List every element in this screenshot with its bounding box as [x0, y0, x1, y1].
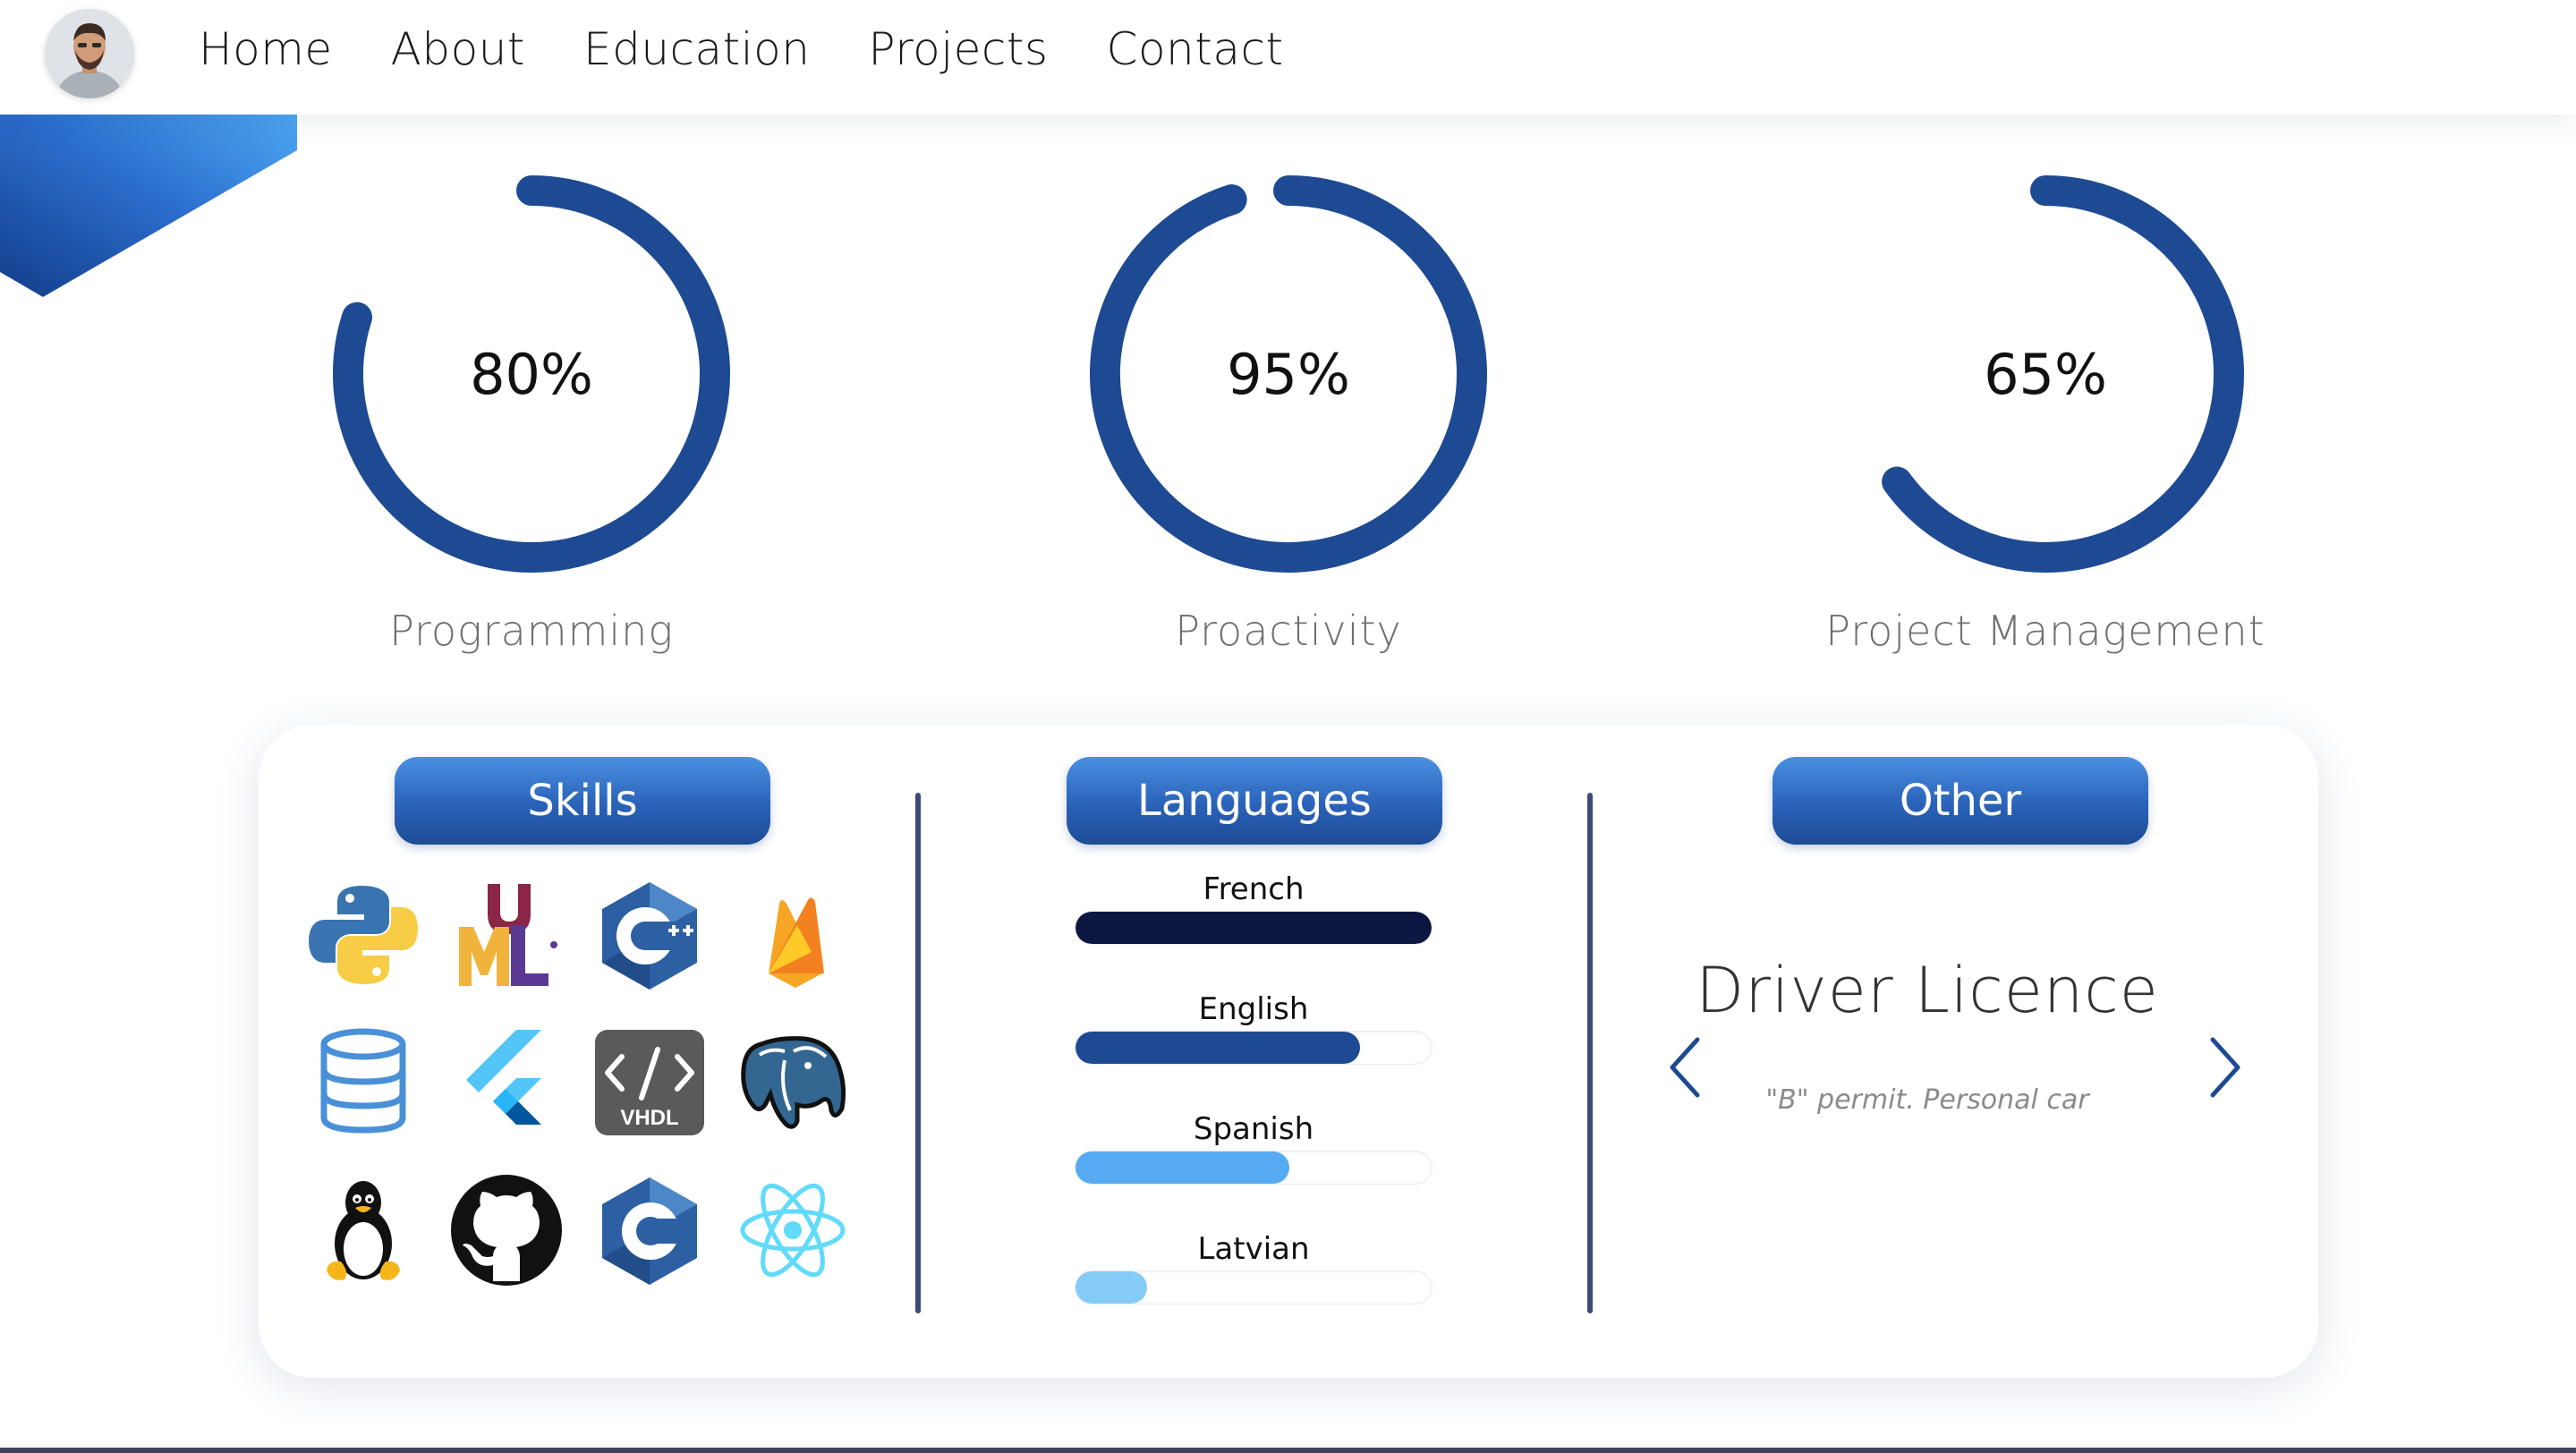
chevron-right-icon	[2210, 1037, 2240, 1098]
github-icon	[448, 1172, 565, 1288]
language-name: French	[1203, 871, 1305, 907]
nav-contact[interactable]: Contact	[1107, 23, 1284, 75]
language-name: Spanish	[1193, 1111, 1314, 1147]
uml-icon	[448, 877, 565, 993]
language-bar-fill	[1075, 912, 1432, 944]
divider	[915, 793, 921, 1313]
language-bar	[1075, 1270, 1433, 1304]
skills-button[interactable]: Skills	[395, 757, 770, 845]
postgresql-icon	[735, 1024, 851, 1141]
language-spanish: Spanish	[1075, 1111, 1433, 1185]
gauge-value: 95%	[1227, 341, 1350, 407]
carousel-next-button[interactable]	[2197, 1027, 2250, 1108]
language-bar-fill	[1075, 1032, 1361, 1064]
top-navbar: Home About Education Projects Contact	[0, 0, 2576, 115]
other-button[interactable]: Other	[1773, 757, 2148, 845]
vhdl-icon: VHDL	[591, 1024, 708, 1141]
gauge-label: Programming	[389, 607, 674, 655]
corner-decoration	[0, 115, 297, 297]
vhdl-label: VHDL	[620, 1106, 678, 1130]
gauge-label: Proactivity	[1175, 607, 1402, 655]
other-subtitle: "B" permit. Personal car	[1765, 1084, 2089, 1116]
avatar[interactable]	[45, 9, 134, 98]
cpp-icon	[591, 877, 708, 993]
nav-projects[interactable]: Projects	[868, 23, 1048, 75]
language-name: Latvian	[1197, 1231, 1310, 1267]
gauge-programming: 80%	[326, 168, 737, 580]
bottom-border	[0, 1448, 2576, 1453]
language-latvian: Latvian	[1075, 1231, 1433, 1304]
languages-button[interactable]: Languages	[1067, 757, 1442, 845]
python-icon	[305, 877, 421, 993]
gauge-proactivity: 95%	[1083, 168, 1494, 580]
skills-card: Skills Languages Other VHDL French Engli…	[259, 725, 2318, 1378]
language-bar-fill	[1075, 1271, 1147, 1304]
skills-icons: VHDL	[305, 877, 878, 1324]
gauge-label: Project Management	[1825, 607, 2266, 655]
language-french: French	[1075, 871, 1433, 945]
react-icon	[735, 1172, 851, 1288]
nav-links: Home About Education Projects Contact	[199, 23, 1284, 75]
language-bar-fill	[1075, 1151, 1289, 1184]
nav-about[interactable]: About	[391, 23, 525, 75]
firebase-icon	[735, 877, 851, 993]
linux-icon	[305, 1172, 421, 1288]
gauge-project-management: 65%	[1840, 168, 2251, 580]
gauge-value: 65%	[1984, 341, 2107, 407]
gauge-value: 80%	[470, 341, 593, 407]
language-english: English	[1075, 991, 1433, 1065]
nav-education[interactable]: Education	[583, 23, 810, 75]
flutter-icon	[448, 1024, 565, 1141]
other-title: Driver Licence	[1696, 954, 2159, 1027]
c-icon	[591, 1172, 708, 1288]
nav-home[interactable]: Home	[199, 23, 333, 75]
language-name: English	[1198, 991, 1309, 1027]
language-bar	[1075, 1031, 1433, 1065]
database-icon	[305, 1024, 421, 1141]
divider	[1587, 793, 1593, 1313]
language-bar	[1075, 1151, 1433, 1185]
language-bar	[1075, 911, 1433, 945]
